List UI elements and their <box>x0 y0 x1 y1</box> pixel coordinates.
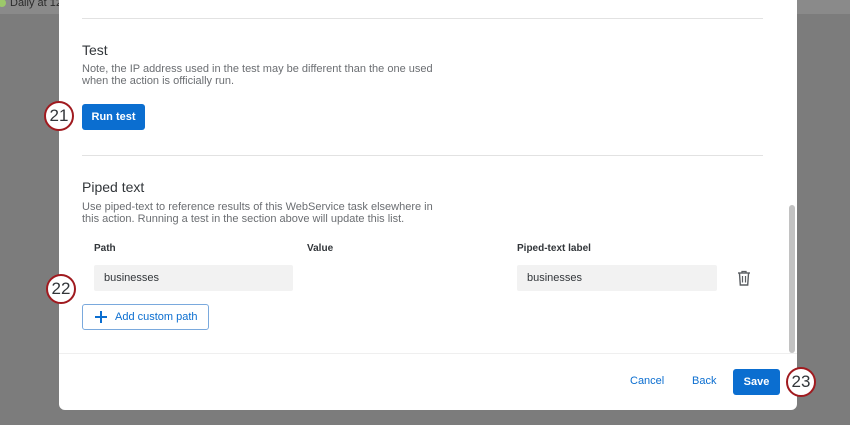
section-divider <box>82 18 763 19</box>
webservice-modal: Test Note, the IP address used in the te… <box>59 0 797 410</box>
path-column-header: Path <box>94 243 116 254</box>
test-section-description: Note, the IP address used in the test ma… <box>82 63 433 87</box>
piped-text-section-title: Piped text <box>82 179 145 195</box>
run-test-button[interactable]: Run test <box>82 104 145 130</box>
background-schedule-label: Daily at 12 <box>10 0 62 9</box>
callout-badge-23: 23 <box>786 367 816 397</box>
add-custom-path-button[interactable]: Add custom path <box>82 304 209 330</box>
path-input[interactable]: businesses <box>94 265 293 291</box>
callout-badge-22: 22 <box>46 274 76 304</box>
piped-text-section-description: Use piped-text to reference results of t… <box>82 201 433 225</box>
save-button[interactable]: Save <box>733 369 780 395</box>
piped-text-label-input[interactable]: businesses <box>517 265 717 291</box>
back-button[interactable]: Back <box>692 375 716 387</box>
footer-divider <box>59 353 797 354</box>
callout-badge-21: 21 <box>44 101 74 131</box>
value-column-header: Value <box>307 243 334 254</box>
test-section-title: Test <box>82 42 108 58</box>
piped-text-label-column-header: Piped-text label <box>517 243 591 254</box>
add-custom-path-label: Add custom path <box>115 311 198 323</box>
plus-icon <box>95 311 107 323</box>
status-dot-icon <box>0 0 6 7</box>
cancel-button[interactable]: Cancel <box>630 375 664 387</box>
trash-icon[interactable] <box>737 270 751 286</box>
section-divider <box>82 155 763 156</box>
scrollbar-thumb[interactable] <box>789 205 795 353</box>
